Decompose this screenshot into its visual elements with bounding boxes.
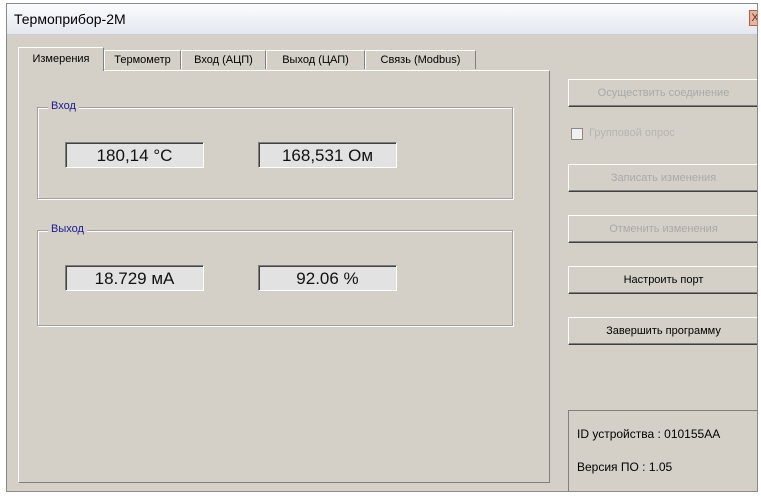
device-info-box: ID устройства : 010155AA Версия ПО : 1.0…: [568, 410, 757, 491]
group-poll-checkbox[interactable]: [571, 128, 583, 140]
resistance-readout: 168,531 Ом: [258, 142, 397, 168]
window-title: Термоприбор-2М: [14, 11, 126, 27]
main-window: Термоприбор-2М X Измерения Термометр Вхо…: [6, 3, 758, 492]
device-id-label: ID устройства : 010155AA: [577, 427, 721, 441]
title-bar: Термоприбор-2М X: [7, 4, 757, 35]
write-changes-button[interactable]: Записать изменения: [568, 164, 757, 192]
tab-input-adc[interactable]: Вход (АЦП): [181, 50, 266, 69]
tab-measurements[interactable]: Измерения: [18, 47, 104, 71]
exit-button[interactable]: Завершить программу: [568, 317, 757, 345]
output-group: Выход 18.729 мА 92.06 %: [37, 223, 513, 326]
input-group: Вход 180,14 °С 168,531 Ом: [37, 100, 513, 199]
group-poll-label: Групповой опрос: [589, 127, 675, 139]
tab-output-dac[interactable]: Выход (ЦАП): [266, 50, 365, 69]
measurements-panel: Вход 180,14 °С 168,531 Ом Выход 18.729 м…: [18, 70, 550, 483]
tab-thermometer[interactable]: Термометр: [104, 50, 181, 69]
input-group-legend: Вход: [48, 100, 79, 112]
connect-button[interactable]: Осуществить соединение: [568, 79, 757, 107]
temperature-readout: 180,14 °С: [65, 142, 204, 168]
close-button[interactable]: X: [749, 10, 757, 26]
current-readout: 18.729 мА: [65, 265, 204, 291]
firmware-version-label: Версия ПО : 1.05: [577, 460, 673, 474]
percent-readout: 92.06 %: [258, 265, 397, 291]
cancel-changes-button[interactable]: Отменить изменения: [568, 215, 757, 243]
tab-modbus[interactable]: Связь (Modbus): [365, 50, 476, 69]
output-group-legend: Выход: [48, 223, 87, 235]
configure-port-button[interactable]: Настроить порт: [568, 266, 757, 294]
